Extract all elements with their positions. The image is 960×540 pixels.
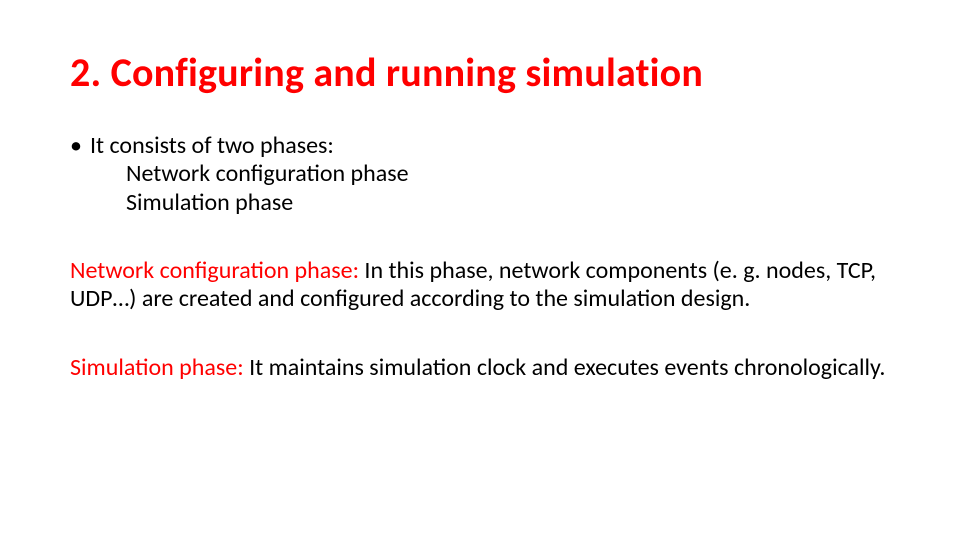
phase-list-item: Simulation phase: [70, 189, 890, 217]
bullet-item: • It consists of two phases:: [70, 132, 890, 160]
phase-list-item: Network configuration phase: [70, 160, 890, 188]
bullet-dot-icon: •: [70, 132, 90, 160]
paragraph-simulation: Simulation phase: It maintains simulatio…: [70, 354, 890, 382]
phase-label: Simulation phase:: [70, 353, 249, 382]
bullet-lead-text: It consists of two phases:: [90, 132, 334, 160]
phase-description: It maintains simulation clock and execut…: [249, 353, 885, 382]
paragraph-network-config: Network configuration phase: In this pha…: [70, 257, 890, 314]
phase-label: Network configuration phase:: [70, 256, 364, 285]
slide-title: 2. Configuring and running simulation: [70, 50, 890, 96]
slide-body: • It consists of two phases: Network con…: [70, 132, 890, 382]
slide: 2. Configuring and running simulation • …: [0, 0, 960, 540]
